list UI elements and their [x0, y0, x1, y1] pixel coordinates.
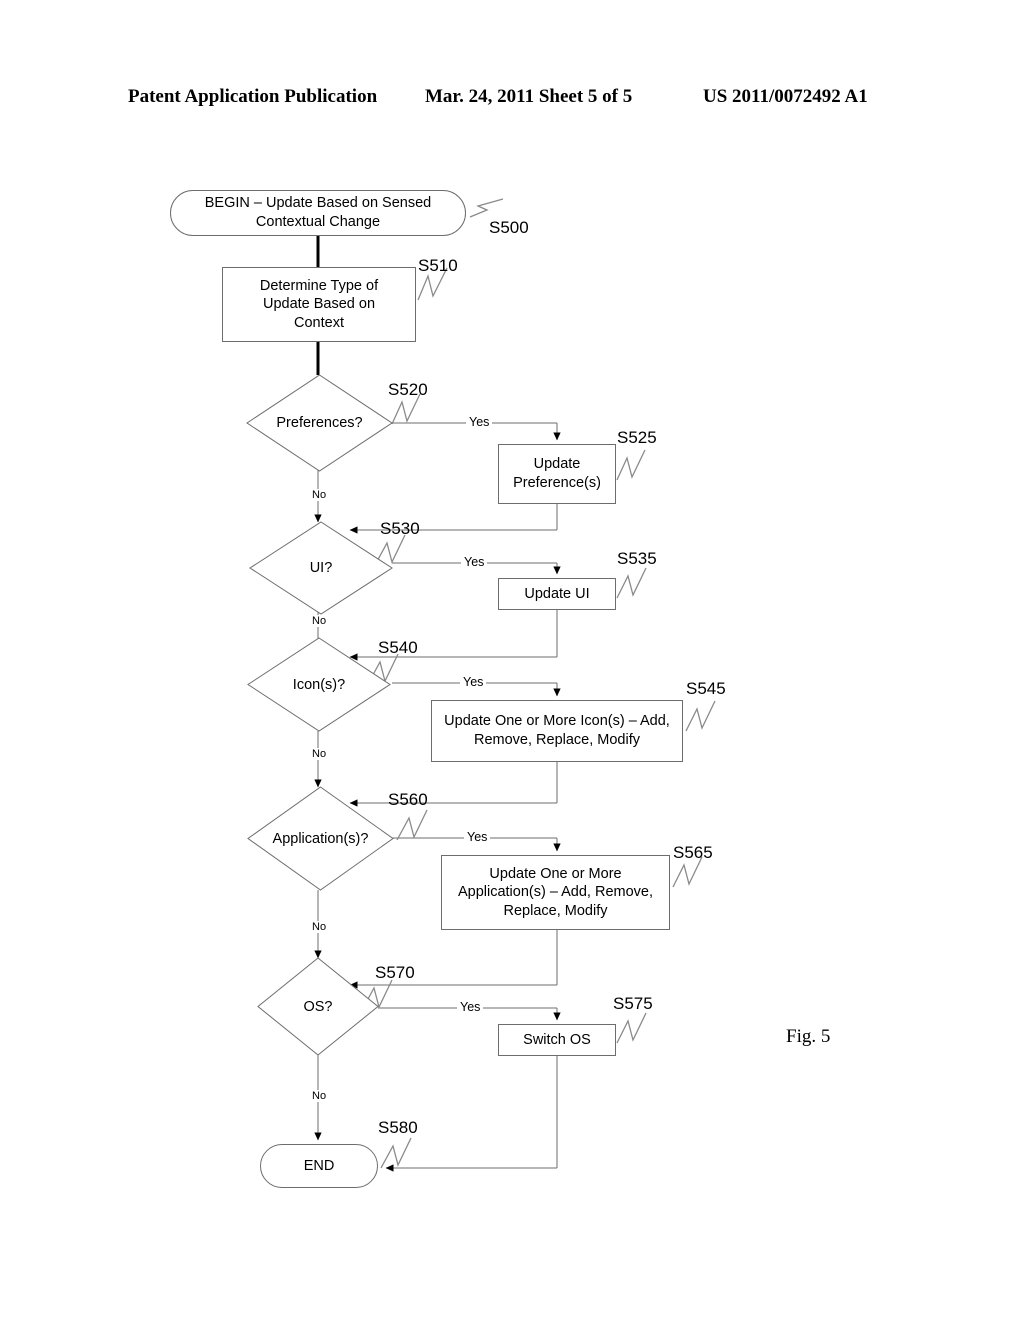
ref-S520: S520 [388, 380, 428, 399]
node-preferences-decision: Preferences? [246, 374, 393, 472]
edge-label-ui-no: No [309, 615, 330, 627]
publication-header: Patent Application Publication Mar. 24, … [0, 86, 1024, 112]
ref-S565: S565 [673, 843, 713, 862]
node-preferences-label: Preferences? [276, 415, 363, 431]
node-ui-decision: UI? [249, 521, 393, 615]
node-update-ui: Update UI [498, 578, 616, 610]
node-applications-label: Application(s)? [272, 830, 369, 847]
ref-S510: S510 [418, 256, 458, 275]
edge-label-applications-yes: Yes [464, 830, 491, 844]
ref-S525: S525 [617, 428, 657, 447]
node-icons-label: Icon(s)? [292, 676, 346, 693]
ref-S570: S570 [375, 963, 415, 982]
node-end-label: END [303, 1157, 335, 1174]
node-switch-os: Switch OS [498, 1024, 616, 1056]
edge-label-preferences-no: No [309, 489, 330, 501]
node-os-decision: OS? [257, 957, 379, 1056]
node-update-icons: Update One or More Icon(s) – Add, Remove… [431, 700, 683, 762]
node-ui-label: UI? [309, 560, 333, 576]
node-update-icons-label: Update One or More Icon(s) – Add, Remove… [444, 713, 670, 748]
ref-S500: S500 [489, 218, 529, 237]
node-update-applications: Update One or More Application(s) – Add,… [441, 855, 670, 930]
node-applications-decision: Application(s)? [247, 786, 394, 891]
edge-label-applications-no: No [309, 921, 330, 933]
edge-label-ui-yes: Yes [461, 555, 488, 569]
node-update-ui-label: Update UI [524, 585, 590, 602]
node-os-label: OS? [303, 998, 333, 1015]
node-icons-decision: Icon(s)? [247, 637, 391, 732]
edge-label-preferences-yes: Yes [466, 415, 493, 429]
publication-number: US 2011/0072492 A1 [703, 86, 868, 107]
patent-figure-page: Patent Application Publication Mar. 24, … [0, 0, 1024, 1320]
node-update-applications-label: Update One or More Application(s) – Add,… [457, 865, 654, 919]
node-determine-label: Determine Type of Update Based on Contex… [259, 277, 379, 331]
edge-label-icons-no: No [309, 748, 330, 760]
node-end: END [260, 1144, 378, 1188]
ref-S545: S545 [686, 679, 726, 698]
node-begin-label: BEGIN – Update Based on Sensed Contextua… [204, 195, 432, 230]
ref-S560: S560 [388, 790, 428, 809]
ref-S540: S540 [378, 638, 418, 657]
ref-S535: S535 [617, 549, 657, 568]
edge-label-os-yes: Yes [457, 1000, 484, 1014]
node-begin: BEGIN – Update Based on Sensed Contextua… [170, 190, 466, 236]
node-update-preferences-label: Update Preference(s) [513, 456, 601, 491]
ref-S575: S575 [613, 994, 653, 1013]
edge-label-os-no: No [309, 1090, 330, 1102]
flowchart-connectors [314, 198, 716, 1172]
edge-label-icons-yes: Yes [460, 675, 487, 689]
ref-S530: S530 [380, 519, 420, 538]
node-determine-update-type: Determine Type of Update Based on Contex… [222, 267, 416, 342]
node-switch-os-label: Switch OS [523, 1031, 591, 1048]
publication-title: Patent Application Publication [128, 86, 378, 107]
ref-S580: S580 [378, 1118, 418, 1137]
figure-label: Fig. 5 [786, 1026, 831, 1047]
publication-date-sheet: Mar. 24, 2011 Sheet 5 of 5 [425, 86, 633, 107]
node-update-preferences: Update Preference(s) [498, 444, 616, 504]
